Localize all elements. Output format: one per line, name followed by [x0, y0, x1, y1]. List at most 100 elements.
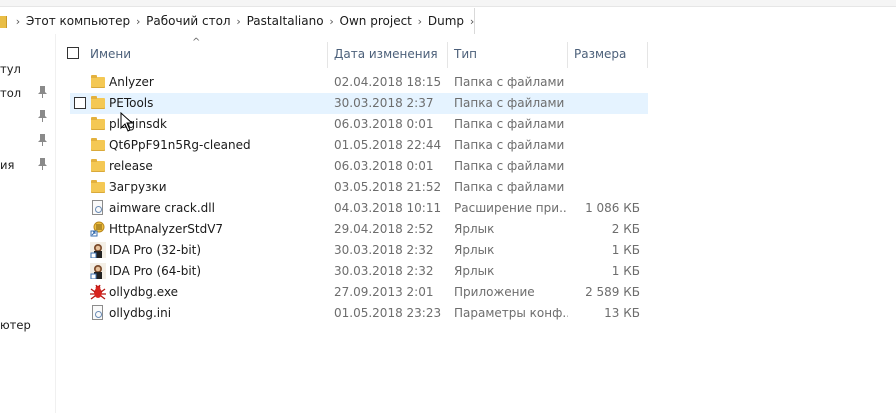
column-divider[interactable]: [647, 42, 648, 68]
breadcrumb-item[interactable]: Рабочий стол: [144, 14, 232, 28]
column-divider[interactable]: [327, 42, 328, 68]
file-date: 29.04.2018 2:52: [334, 222, 434, 236]
breadcrumb-item[interactable]: Dump: [426, 14, 466, 28]
breadcrumb: › Этот компьютер › Рабочий стол › PastaI…: [0, 8, 478, 34]
file-row[interactable]: Anlyzer 02.04.2018 18:15 Папка с файлами: [70, 72, 648, 93]
chevron-right-icon[interactable]: ›: [12, 15, 24, 28]
select-all-checkbox[interactable]: [67, 47, 79, 59]
nav-item-label[interactable]: ютер: [0, 318, 31, 332]
column-header-size[interactable]: Размера: [574, 40, 626, 68]
file-date: 01.05.2018 23:23: [334, 306, 442, 320]
file-row[interactable]: release 06.03.2018 0:01 Папка с файлами: [70, 156, 648, 177]
folder-icon: [90, 137, 106, 153]
nav-item-label[interactable]: тул: [0, 62, 21, 76]
column-header-type[interactable]: Тип: [454, 40, 477, 68]
file-type: Расширение при...: [454, 201, 568, 215]
ida-pro-icon: [90, 263, 106, 280]
file-name[interactable]: pluginsdk: [109, 114, 167, 135]
file-name[interactable]: aimware crack.dll: [109, 198, 215, 219]
folder-icon: [90, 74, 106, 90]
file-name[interactable]: IDA Pro (32-bit): [109, 240, 201, 261]
column-header-date[interactable]: Дата изменения: [334, 40, 438, 68]
file-type: Папка с файлами: [454, 96, 565, 110]
breadcrumb-item[interactable]: Own project: [338, 14, 414, 28]
file-date: 06.03.2018 0:01: [334, 159, 434, 173]
folder-icon: [90, 95, 106, 111]
file-type: Папка с файлами: [454, 138, 565, 152]
ida-pro-icon: [90, 242, 106, 259]
file-type: Папка с файлами: [454, 159, 565, 173]
file-type: Папка с файлами: [454, 75, 565, 89]
file-type: Параметры конф...: [454, 306, 568, 320]
file-date: 30.03.2018 2:37: [334, 96, 434, 110]
sort-ascending-icon: ^: [192, 37, 201, 48]
folder-icon: [90, 116, 106, 132]
breadcrumb-item[interactable]: PastaItaliano: [245, 14, 326, 28]
file-name[interactable]: HttpAnalyzerStdV7: [109, 219, 223, 240]
file-type: Папка с файлами: [454, 180, 565, 194]
file-size: 13 КБ: [604, 306, 640, 320]
file-size: 1 КБ: [611, 264, 640, 278]
file-type: Ярлык: [454, 243, 495, 257]
address-bar[interactable]: › Этот компьютер › Рабочий стол › PastaI…: [0, 8, 896, 34]
file-name[interactable]: ollydbg.ini: [109, 303, 171, 324]
chevron-right-icon[interactable]: ›: [233, 15, 245, 28]
file-name[interactable]: ollydbg.exe: [109, 282, 178, 303]
column-divider[interactable]: [447, 42, 448, 68]
file-row[interactable]: aimware crack.dll 04.03.2018 10:11 Расши…: [70, 198, 648, 219]
ollydbg-bug-icon: [90, 284, 106, 300]
navigation-pane: тул тол ия ютер: [0, 34, 56, 413]
file-row[interactable]: IDA Pro (64-bit) 30.03.2018 2:32 Ярлык 1…: [70, 261, 648, 282]
pin-icon[interactable]: [38, 134, 47, 146]
file-row[interactable]: pluginsdk 06.03.2018 0:01 Папка с файлам…: [70, 114, 648, 135]
address-bar-divider: [474, 8, 896, 34]
ini-file-icon: [90, 305, 106, 321]
row-checkbox[interactable]: [74, 97, 86, 109]
file-type: Папка с файлами: [454, 117, 565, 131]
file-type: Приложение: [454, 285, 535, 299]
column-header-name[interactable]: Имени: [90, 40, 131, 68]
http-analyzer-shortcut-icon: [90, 221, 106, 237]
file-type: Ярлык: [454, 222, 495, 236]
pin-icon[interactable]: [38, 86, 47, 98]
file-row[interactable]: PETools 30.03.2018 2:37 Папка с файлами: [70, 93, 648, 114]
file-date: 27.09.2013 2:01: [334, 285, 434, 299]
file-date: 30.03.2018 2:32: [334, 243, 434, 257]
chevron-right-icon[interactable]: ›: [414, 15, 426, 28]
file-row[interactable]: HttpAnalyzerStdV7 29.04.2018 2:52 Ярлык …: [70, 219, 648, 240]
chevron-right-icon[interactable]: ›: [132, 15, 144, 28]
pin-icon[interactable]: [38, 110, 47, 122]
chevron-right-icon[interactable]: ›: [326, 15, 338, 28]
breadcrumb-item[interactable]: Этот компьютер: [24, 14, 132, 28]
file-row[interactable]: ollydbg.exe 27.09.2013 2:01 Приложение 2…: [70, 282, 648, 303]
file-size: 1 КБ: [611, 243, 640, 257]
file-row[interactable]: IDA Pro (32-bit) 30.03.2018 2:32 Ярлык 1…: [70, 240, 648, 261]
column-header-row: ^ Имени Дата изменения Тип Размера: [56, 37, 648, 68]
file-name[interactable]: IDA Pro (64-bit): [109, 261, 201, 282]
file-row[interactable]: Загрузки 03.05.2018 21:52 Папка с файлам…: [70, 177, 648, 198]
file-list: Anlyzer 02.04.2018 18:15 Папка с файлами…: [70, 72, 648, 324]
pin-icon[interactable]: [38, 158, 47, 170]
file-date: 01.05.2018 22:44: [334, 138, 442, 152]
dll-file-icon: [90, 200, 106, 216]
file-date: 04.03.2018 10:11: [334, 201, 442, 215]
file-name[interactable]: Загрузки: [109, 177, 167, 198]
window-top-strip: [0, 0, 896, 7]
column-divider[interactable]: [567, 42, 568, 68]
file-date: 02.04.2018 18:15: [334, 75, 442, 89]
file-date: 06.03.2018 0:01: [334, 117, 434, 131]
folder-icon: [90, 158, 106, 174]
file-name[interactable]: release: [109, 156, 153, 177]
file-date: 03.05.2018 21:52: [334, 180, 442, 194]
file-type: Ярлык: [454, 264, 495, 278]
mouse-cursor-icon: [120, 112, 134, 132]
file-row[interactable]: ollydbg.ini 01.05.2018 23:23 Параметры к…: [70, 303, 648, 324]
nav-item-label[interactable]: тол: [0, 86, 21, 100]
file-name[interactable]: Anlyzer: [109, 72, 154, 93]
file-name[interactable]: PETools: [109, 93, 153, 114]
nav-item-label[interactable]: ия: [0, 158, 14, 172]
file-name[interactable]: Qt6PpF91n5Rg-cleaned: [109, 135, 251, 156]
file-row[interactable]: Qt6PpF91n5Rg-cleaned 01.05.2018 22:44 Па…: [70, 135, 648, 156]
folder-icon: [90, 179, 106, 195]
file-size: 1 086 КБ: [585, 201, 640, 215]
